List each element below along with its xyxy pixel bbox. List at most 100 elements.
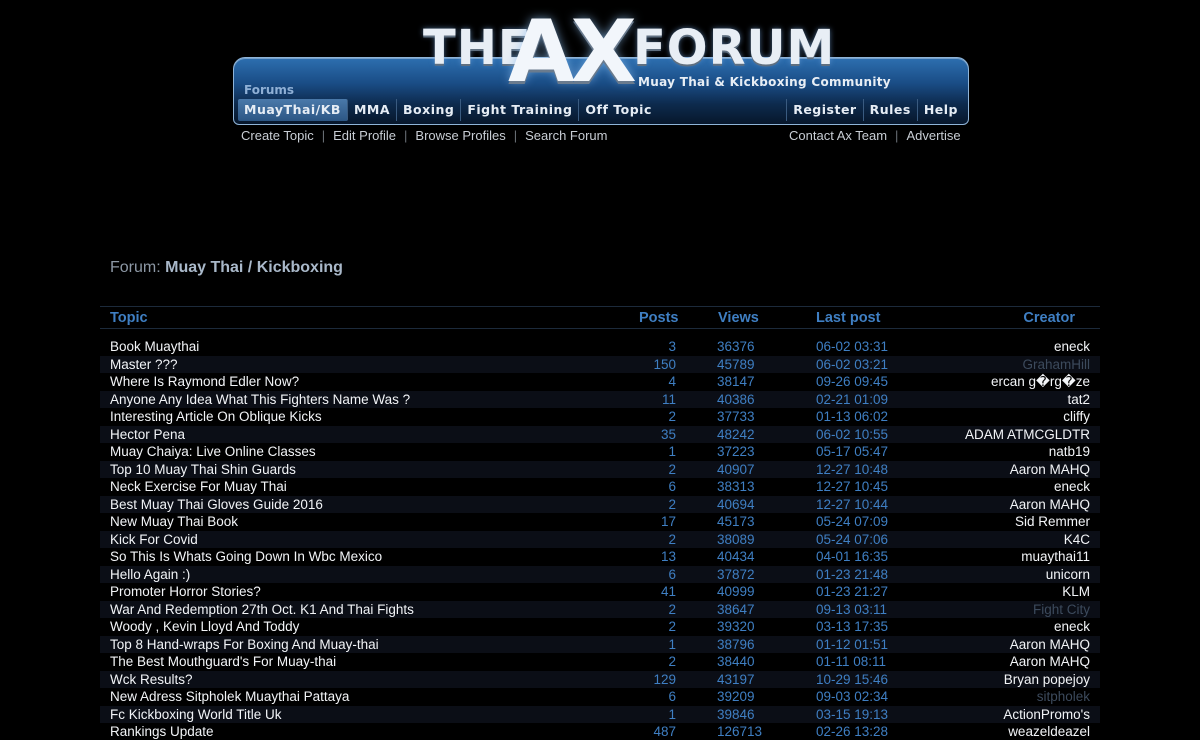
post-count: 6 xyxy=(668,479,676,494)
last-post-time[interactable]: 05-24 07:09 xyxy=(816,514,888,529)
nav-rules[interactable]: Rules xyxy=(862,99,917,121)
topic-link[interactable]: Rankings Update xyxy=(110,724,214,739)
col-posts-header[interactable]: Posts xyxy=(639,310,679,326)
view-count: 39320 xyxy=(717,619,755,634)
last-post-time[interactable]: 06-02 10:55 xyxy=(816,427,888,442)
col-views-header[interactable]: Views xyxy=(718,310,759,326)
view-count: 39846 xyxy=(717,706,755,722)
creator-link[interactable]: eneck xyxy=(1054,479,1090,494)
topic-link[interactable]: Hector Pena xyxy=(110,427,185,442)
topic-link[interactable]: Master ??? xyxy=(110,357,178,372)
creator-link[interactable]: natb19 xyxy=(1049,444,1090,459)
topic-link[interactable]: The Best Mouthguard's For Muay-thai xyxy=(110,654,336,669)
topic-link[interactable]: Woody , Kevin Lloyd And Toddy xyxy=(110,619,299,634)
last-post-time[interactable]: 06-02 03:31 xyxy=(816,339,888,354)
nav-fight-training[interactable]: Fight Training xyxy=(461,99,580,121)
last-post-time[interactable]: 10-29 15:46 xyxy=(816,672,888,687)
last-post-time[interactable]: 05-24 07:06 xyxy=(816,532,888,547)
topic-link[interactable]: War And Redemption 27th Oct. K1 And Thai… xyxy=(110,602,414,617)
creator-link[interactable]: ADAM ATMCGLDTR xyxy=(965,427,1090,442)
creator-link[interactable]: Bryan popejoy xyxy=(1004,672,1090,687)
post-count: 35 xyxy=(660,426,676,442)
topic-link[interactable]: Wck Results? xyxy=(110,672,193,687)
creator-link[interactable]: Fight City xyxy=(1033,602,1090,617)
creator-link[interactable]: Sid Remmer xyxy=(1015,514,1090,529)
forum-name-link[interactable]: Muay Thai / Kickboxing xyxy=(165,259,343,276)
creator-link[interactable]: eneck xyxy=(1054,339,1090,354)
last-post-time[interactable]: 06-02 03:21 xyxy=(816,357,888,372)
creator-link[interactable]: ercan g�rg�ze xyxy=(991,374,1090,390)
last-post-time[interactable]: 04-01 16:35 xyxy=(816,549,888,564)
last-post-time[interactable]: 12-27 10:48 xyxy=(816,462,888,477)
topic-link[interactable]: Kick For Covid xyxy=(110,532,198,547)
view-count: 45789 xyxy=(717,356,755,372)
topic-table-header: Topic Posts Views Last post Creator xyxy=(100,306,1100,329)
last-post-time[interactable]: 01-12 01:51 xyxy=(816,637,888,652)
topic-row: Rankings Update 487 126713 02-26 13:28 weaze… xyxy=(100,723,1100,740)
creator-link[interactable]: tat2 xyxy=(1067,392,1090,407)
topic-row: Muay Chaiya: Live Online Classes 1 37223 05… xyxy=(100,443,1100,461)
last-post-time[interactable]: 05-17 05:47 xyxy=(816,444,888,459)
last-post-time[interactable]: 03-13 17:35 xyxy=(816,619,888,634)
topic-link[interactable]: Muay Chaiya: Live Online Classes xyxy=(110,444,316,459)
advertise-link[interactable]: Advertise xyxy=(906,128,960,143)
view-count: 40907 xyxy=(717,461,755,477)
creator-link[interactable]: KLM xyxy=(1062,584,1090,599)
col-topic-header[interactable]: Topic xyxy=(110,310,148,326)
last-post-time[interactable]: 12-27 10:44 xyxy=(816,497,888,512)
creator-link[interactable]: K4C xyxy=(1064,532,1090,547)
topic-link[interactable]: New Muay Thai Book xyxy=(110,514,238,529)
last-post-time[interactable]: 03-15 19:13 xyxy=(816,707,888,722)
creator-link[interactable]: eneck xyxy=(1054,619,1090,634)
last-post-time[interactable]: 09-03 02:34 xyxy=(816,689,888,704)
topic-link[interactable]: Top 10 Muay Thai Shin Guards xyxy=(110,462,296,477)
nav-help[interactable]: Help xyxy=(916,99,964,121)
topic-link[interactable]: Top 8 Hand-wraps For Boxing And Muay-tha… xyxy=(110,637,379,652)
last-post-time[interactable]: 01-11 08:11 xyxy=(816,654,886,669)
creator-link[interactable]: muaythai11 xyxy=(1021,549,1090,564)
nav-off-topic[interactable]: Off Topic xyxy=(579,99,657,121)
contact-ax-team-link[interactable]: Contact Ax Team xyxy=(789,128,887,143)
last-post-time[interactable]: 12-27 10:45 xyxy=(816,479,888,494)
topic-link[interactable]: Best Muay Thai Gloves Guide 2016 xyxy=(110,497,323,512)
topic-link[interactable]: Interesting Article On Oblique Kicks xyxy=(110,409,322,424)
col-creator-header[interactable]: Creator xyxy=(1023,310,1075,326)
topic-link[interactable]: So This Is Whats Going Down In Wbc Mexic… xyxy=(110,549,382,564)
search-forum-link[interactable]: Search Forum xyxy=(525,128,607,143)
last-post-time[interactable]: 02-21 01:09 xyxy=(816,392,888,407)
topic-link[interactable]: Fc Kickboxing World Title Uk xyxy=(110,707,282,722)
nav-mma[interactable]: MMA xyxy=(348,99,398,121)
last-post-time[interactable]: 01-13 06:02 xyxy=(816,409,888,424)
creator-link[interactable]: cliffy xyxy=(1063,409,1090,424)
last-post-time[interactable]: 01-23 21:48 xyxy=(816,567,888,582)
topic-link[interactable]: Hello Again :) xyxy=(110,567,190,582)
last-post-time[interactable]: 01-23 21:27 xyxy=(816,584,888,599)
nav-register[interactable]: Register xyxy=(786,99,862,121)
creator-link[interactable]: weazeldeazel xyxy=(1008,724,1090,739)
creator-link[interactable]: sitpholek xyxy=(1037,689,1090,704)
browse-profiles-link[interactable]: Browse Profiles xyxy=(415,128,505,143)
topic-link[interactable]: Promoter Horror Stories? xyxy=(110,584,261,599)
col-last-post-header[interactable]: Last post xyxy=(816,310,880,326)
topic-link[interactable]: Anyone Any Idea What This Fighters Name … xyxy=(110,392,410,407)
creator-link[interactable]: Aaron MAHQ xyxy=(1010,462,1090,477)
topic-row: Fc Kickboxing World Title Uk 1 39846 03-15 … xyxy=(100,705,1100,723)
topic-row: War And Redemption 27th Oct. K1 And Thai… xyxy=(100,600,1100,618)
creator-link[interactable]: Aaron MAHQ xyxy=(1010,497,1090,512)
topic-link[interactable]: Where Is Raymond Edler Now? xyxy=(110,374,299,389)
last-post-time[interactable]: 09-13 03:11 xyxy=(816,602,887,617)
topic-link[interactable]: Book Muaythai xyxy=(110,339,199,354)
create-topic-link[interactable]: Create Topic xyxy=(241,128,314,143)
creator-link[interactable]: ActionPromo's xyxy=(1003,707,1090,722)
edit-profile-link[interactable]: Edit Profile xyxy=(333,128,396,143)
topic-link[interactable]: New Adress Sitpholek Muaythai Pattaya xyxy=(110,689,349,704)
creator-link[interactable]: Aaron MAHQ xyxy=(1010,654,1090,669)
last-post-time[interactable]: 09-26 09:45 xyxy=(816,374,888,389)
last-post-time[interactable]: 02-26 13:28 xyxy=(816,724,888,739)
creator-link[interactable]: GrahamHill xyxy=(1022,357,1090,372)
topic-link[interactable]: Neck Exercise For Muay Thai xyxy=(110,479,287,494)
creator-link[interactable]: Aaron MAHQ xyxy=(1010,637,1090,652)
creator-link[interactable]: unicorn xyxy=(1046,567,1090,582)
nav-boxing[interactable]: Boxing xyxy=(397,99,462,121)
nav-muaythai-kb[interactable]: MuayThai/KB xyxy=(238,99,348,121)
